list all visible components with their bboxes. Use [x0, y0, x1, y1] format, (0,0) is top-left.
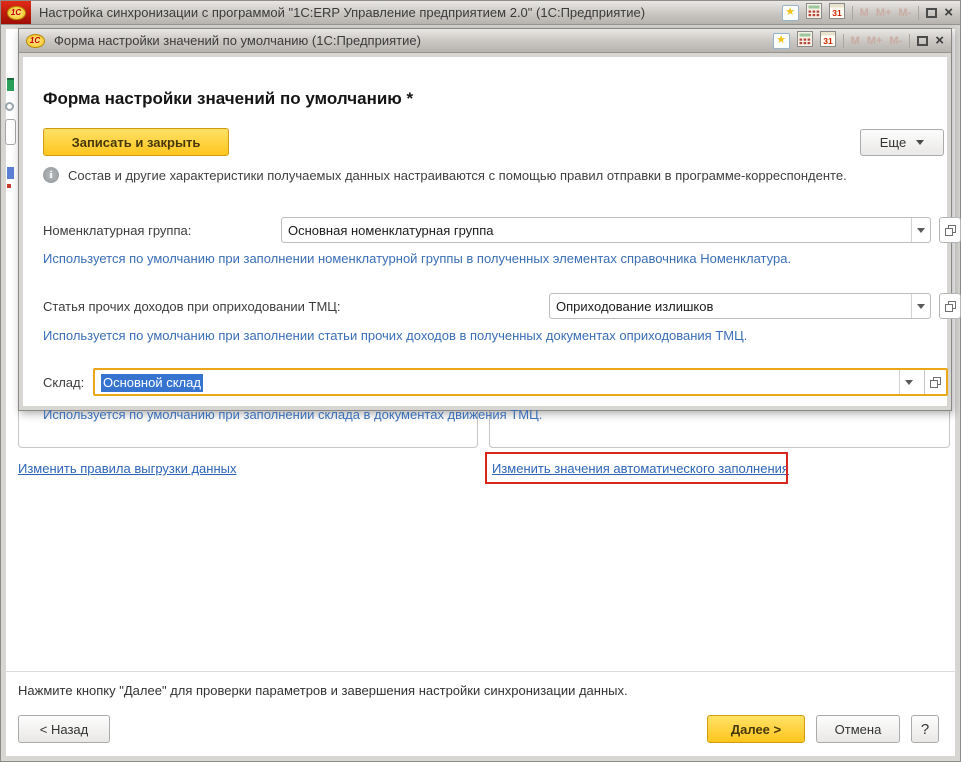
open-form-icon	[945, 301, 956, 312]
nomenclature-group-label: Номенклатурная группа:	[43, 223, 191, 238]
chevron-down-icon	[905, 380, 913, 385]
close-icon[interactable]: ×	[935, 33, 944, 48]
modal-window-title: Форма настройки значений по умолчанию (1…	[54, 33, 421, 48]
next-button[interactable]: Далее >	[707, 715, 805, 743]
info-text: Состав и другие характеристики получаемы…	[68, 167, 847, 183]
back-button[interactable]: < Назад	[18, 715, 110, 743]
footer-divider	[5, 671, 956, 672]
nomenclature-group-dropdown-button[interactable]	[911, 218, 930, 242]
calculator-icon[interactable]	[797, 31, 813, 50]
background-fragment-green	[7, 78, 14, 91]
red-annotation-box	[485, 452, 788, 484]
warehouse-dropdown-button[interactable]	[899, 370, 918, 394]
background-fragment-blue	[7, 167, 14, 179]
nomenclature-group-input[interactable]: Основная номенклатурная группа	[281, 217, 931, 243]
chevron-down-icon	[916, 140, 924, 145]
calendar-icon[interactable]: 31	[820, 31, 836, 50]
income-item-label: Статья прочих доходов при оприходовании …	[43, 299, 341, 314]
income-item-dropdown-button[interactable]	[911, 294, 930, 318]
memory-m-plus-button[interactable]: M+	[867, 35, 883, 47]
cancel-button[interactable]: Отмена	[816, 715, 900, 743]
memory-m-button[interactable]: M	[851, 35, 860, 47]
form-heading: Форма настройки значений по умолчанию *	[43, 89, 413, 109]
memory-m-button[interactable]: M	[860, 7, 869, 19]
warehouse-open-button[interactable]	[924, 370, 946, 394]
favorites-icon[interactable]: ★	[773, 33, 790, 49]
memory-m-minus-button[interactable]: M-	[898, 7, 911, 19]
open-form-icon	[930, 377, 941, 388]
selected-text: Основной склад	[101, 374, 203, 392]
footer-hint-text: Нажмите кнопку "Далее" для проверки пара…	[18, 683, 628, 698]
chevron-down-icon	[917, 228, 925, 233]
modal-titlebar-icons: ★ 31 M M+ M- ×	[773, 31, 951, 50]
calculator-icon[interactable]	[806, 3, 822, 22]
income-item-input[interactable]: Оприходование излишков	[549, 293, 931, 319]
screen: 1С Настройка синхронизации с программой …	[0, 0, 961, 762]
warehouse-hint: Используется по умолчанию при заполнении…	[43, 407, 542, 422]
chevron-down-icon	[917, 304, 925, 309]
1c-logo-icon: 1С	[7, 6, 26, 20]
save-and-close-button[interactable]: Записать и закрыть	[43, 128, 229, 156]
1c-logo-icon: 1С	[24, 34, 46, 48]
change-export-rules-link[interactable]: Изменить правила выгрузки данных	[18, 461, 236, 476]
svg-text:31: 31	[823, 36, 833, 46]
maximize-icon[interactable]	[926, 8, 937, 18]
income-item-open-button[interactable]	[939, 293, 961, 319]
titlebar-separator	[852, 6, 853, 20]
maximize-icon[interactable]	[917, 36, 928, 46]
nomenclature-group-field: Основная номенклатурная группа	[281, 217, 961, 243]
default-values-form-window: 1С Форма настройки значений по умолчанию…	[18, 28, 952, 411]
more-button[interactable]: Еще	[860, 129, 944, 156]
memory-m-plus-button[interactable]: M+	[876, 7, 892, 19]
nomenclature-group-hint: Используется по умолчанию при заполнении…	[43, 251, 791, 266]
warehouse-label: Склад:	[43, 375, 84, 390]
warehouse-input[interactable]: Основной склад	[95, 370, 918, 394]
titlebar-separator	[909, 34, 910, 48]
titlebar-separator	[918, 6, 919, 20]
favorites-icon[interactable]: ★	[782, 5, 799, 21]
memory-m-minus-button[interactable]: M-	[889, 35, 902, 47]
titlebar-separator	[843, 34, 844, 48]
background-fragment-ring	[5, 102, 14, 111]
main-titlebar-icons: ★ 31 M M+ M- ×	[782, 3, 960, 22]
info-row: i Состав и другие характеристики получае…	[43, 167, 931, 183]
help-button[interactable]: ?	[911, 715, 939, 743]
app-logo-badge: 1С	[1, 1, 31, 24]
warehouse-value: Основной склад	[95, 370, 899, 394]
modal-titlebar: 1С Форма настройки значений по умолчанию…	[19, 29, 951, 53]
income-item-hint: Используется по умолчанию при заполнении…	[43, 328, 747, 343]
income-item-field: Оприходование излишков	[549, 293, 961, 319]
modal-content: Форма настройки значений по умолчанию * …	[19, 53, 951, 410]
warehouse-field: Основной склад	[93, 368, 948, 396]
open-form-icon	[945, 225, 956, 236]
main-window-title: Настройка синхронизации с программой "1С…	[39, 5, 645, 20]
income-item-value: Оприходование излишков	[550, 294, 911, 318]
nomenclature-group-open-button[interactable]	[939, 217, 961, 243]
background-fragment-button	[5, 119, 16, 145]
main-titlebar: 1С Настройка синхронизации с программой …	[1, 1, 960, 25]
nomenclature-group-value: Основная номенклатурная группа	[282, 218, 911, 242]
background-fragment-dot	[7, 184, 11, 188]
svg-text:31: 31	[832, 8, 842, 18]
info-icon: i	[43, 167, 59, 183]
close-icon[interactable]: ×	[944, 5, 953, 20]
calendar-icon[interactable]: 31	[829, 3, 845, 22]
